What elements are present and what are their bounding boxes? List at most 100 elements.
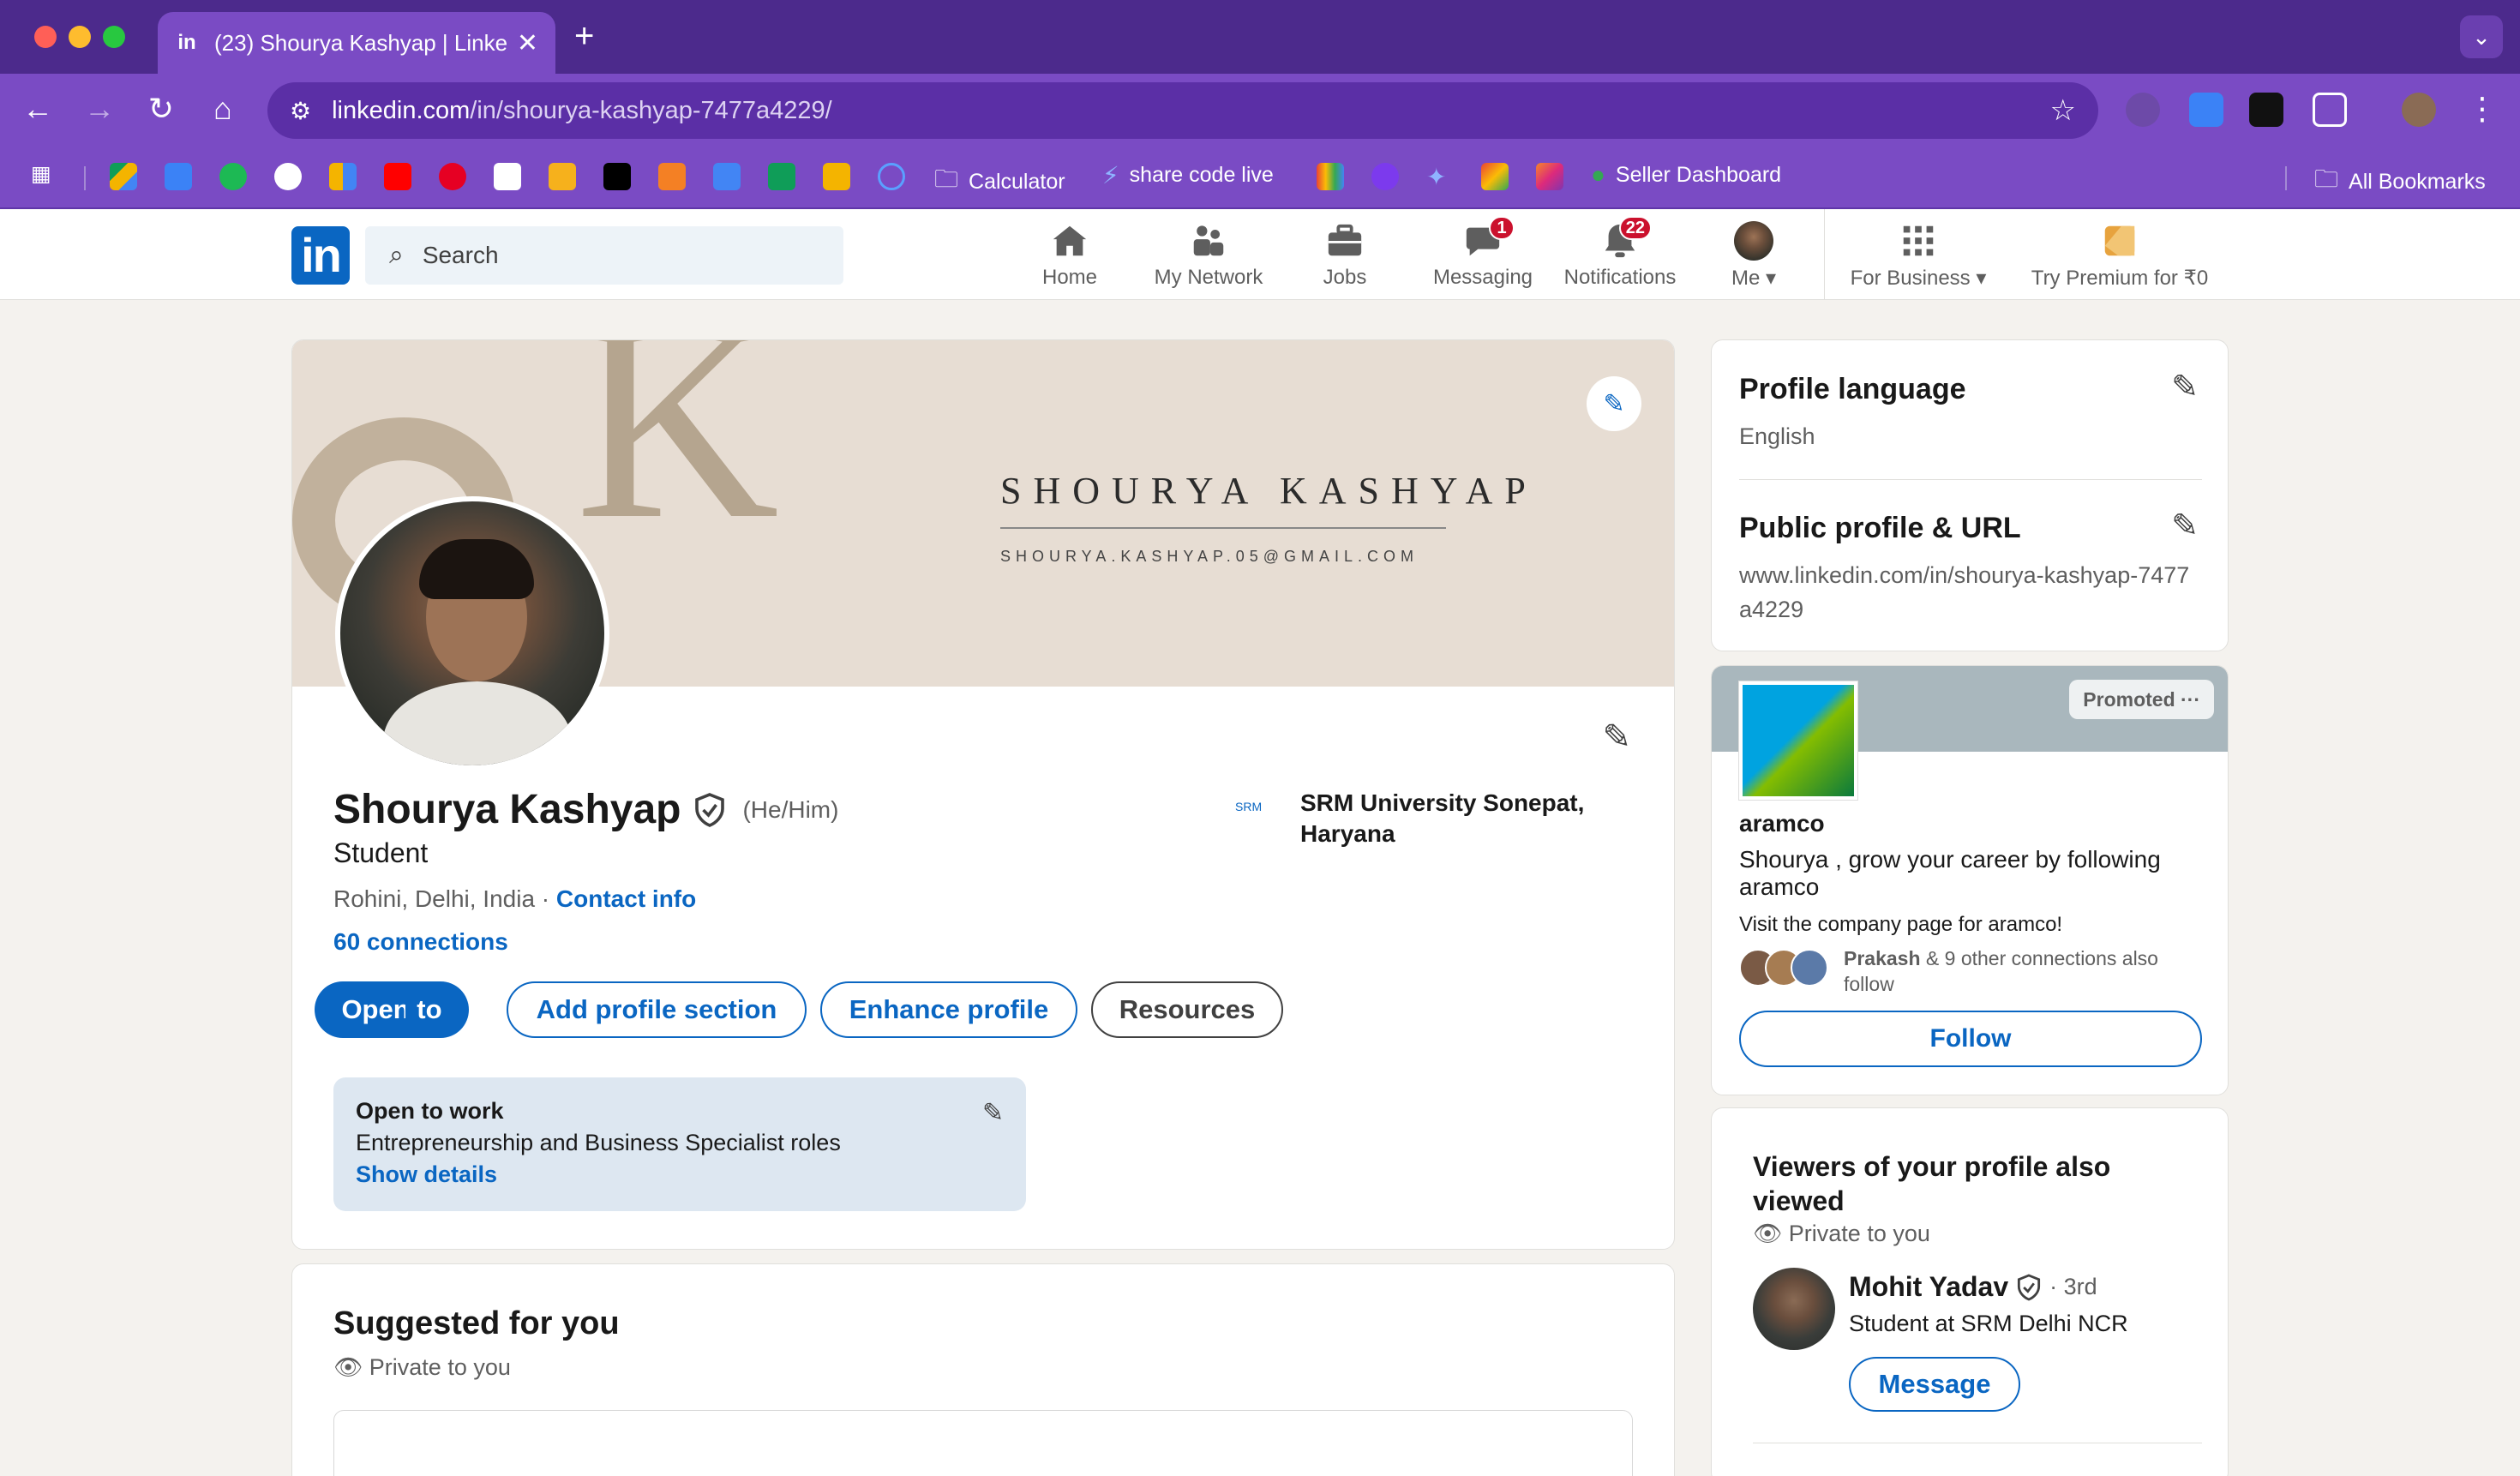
follow-button[interactable]: Follow <box>1739 1011 2202 1067</box>
amazon-icon[interactable] <box>494 163 521 190</box>
bookmarks-separator <box>2285 166 2287 190</box>
close-window-icon[interactable] <box>34 26 57 48</box>
verified-shield-icon[interactable] <box>694 792 725 827</box>
nav-messaging[interactable]: 1 Messaging <box>1428 216 1538 290</box>
nav-me[interactable]: Me ▾ <box>1721 221 1786 291</box>
forward-arrow-icon[interactable]: → <box>81 91 118 127</box>
extension-docs-icon[interactable] <box>2189 93 2223 127</box>
viewer-avatar[interactable] <box>1753 1268 1835 1350</box>
url-text[interactable]: linkedin.com/in/shourya-kashyap-7477a422… <box>332 97 2049 125</box>
promoted-label[interactable]: Promoted ··· <box>2069 680 2214 719</box>
nav-try-premium[interactable]: Try Premium for ₹0 <box>2023 221 2217 291</box>
open-to-button[interactable]: Open to <box>315 981 469 1038</box>
profile-location-row: Rohini, Delhi, India · Contact info <box>333 885 696 913</box>
linkedin-logo[interactable]: in <box>291 226 350 285</box>
aramco-logo-icon[interactable] <box>1739 681 1857 800</box>
search-input[interactable]: ⌕ Search <box>365 226 843 285</box>
banner-divider <box>1000 527 1446 529</box>
ad-company-name[interactable]: aramco <box>1739 810 1825 837</box>
open-to-work-card[interactable]: Open to work Entrepreneurship and Busine… <box>333 1077 1026 1211</box>
extensions-puzzle-icon[interactable] <box>2313 93 2347 127</box>
education-entry[interactable]: SRM SRM University Sonepat, Haryana <box>1235 788 1643 849</box>
analytics-icon[interactable] <box>329 163 357 190</box>
bookmark-share-code-live[interactable]: ⚡ share code live <box>1102 161 1274 189</box>
nav-home[interactable]: Home <box>1034 221 1106 290</box>
back-arrow-icon[interactable]: ← <box>19 91 57 127</box>
stackoverflow-icon[interactable] <box>658 163 686 190</box>
premium-icon <box>2100 221 2139 261</box>
nav-notifications[interactable]: 22 Notifications <box>1557 216 1683 290</box>
instagram-icon[interactable] <box>1536 163 1563 190</box>
keep-notes-icon[interactable] <box>549 163 576 190</box>
github-icon[interactable] <box>274 163 302 190</box>
hackerrank-icon[interactable] <box>603 163 631 190</box>
new-tab-icon[interactable]: + <box>574 17 594 56</box>
enhance-profile-button[interactable]: Enhance profile <box>820 981 1077 1038</box>
google-sheets-icon[interactable] <box>768 163 795 190</box>
ad-message: Shourya , grow your career by following … <box>1739 846 2161 900</box>
browser-titlebar: in (23) Shourya Kashyap | LinkedIn ✕ + ⌄ <box>0 0 2520 74</box>
meet-video-icon[interactable] <box>165 163 192 190</box>
apps-grid-icon[interactable]: ▦ <box>31 161 51 187</box>
bookmark-share-code-live-label: share code live <box>1129 163 1274 187</box>
chrome-profile-avatar[interactable] <box>2402 93 2436 127</box>
address-bar[interactable]: ⚙ linkedin.com/in/shourya-kashyap-7477a4… <box>267 82 2098 139</box>
close-tab-icon[interactable]: ✕ <box>517 28 538 58</box>
edit-language-pencil-icon[interactable]: ✎ <box>2171 368 2199 406</box>
viewer-name-row[interactable]: Mohit Yadav · 3rd <box>1849 1271 2097 1303</box>
viewer-degree: · 3rd <box>2049 1274 2097 1299</box>
message-button[interactable]: Message <box>1849 1357 2020 1412</box>
chrome-menu-icon[interactable]: ⋮ <box>2463 91 2501 127</box>
edit-banner-icon[interactable]: ✎ <box>1587 376 1641 431</box>
pinterest-icon[interactable] <box>439 163 466 190</box>
suggestion-item[interactable] <box>333 1410 1633 1476</box>
browser-tab-linkedin[interactable]: in (23) Shourya Kashyap | LinkedIn ✕ <box>158 12 555 74</box>
edit-intro-pencil-icon[interactable]: ✎ <box>1602 717 1631 757</box>
add-profile-section-button[interactable]: Add profile section <box>507 981 807 1038</box>
gemini-sparkle-icon[interactable]: ✦ <box>1426 163 1454 190</box>
u-app-icon[interactable] <box>1371 163 1399 190</box>
connections-link[interactable]: 60 connections <box>333 928 508 956</box>
nav-my-network[interactable]: My Network <box>1140 221 1277 290</box>
google-drive-icon[interactable] <box>110 163 137 190</box>
seller-app-icon: ● <box>1591 161 1605 188</box>
google-slides-icon[interactable] <box>823 163 850 190</box>
all-bookmarks[interactable]: 🗀 All Bookmarks <box>2314 161 2486 202</box>
grid-icon <box>1899 221 1938 261</box>
resources-button[interactable]: Resources <box>1091 981 1283 1038</box>
viewer-title: Student at SRM Delhi NCR <box>1849 1311 2128 1336</box>
viewers-title: Viewers of your profile also viewed <box>1753 1151 2111 1216</box>
extension-blocked-icon[interactable] <box>2126 93 2160 127</box>
bookmark-star-icon[interactable]: ☆ <box>2050 93 2076 128</box>
viewers-privacy: 👁 Private to you <box>1753 1220 1930 1247</box>
edit-open-to-work-pencil-icon[interactable]: ✎ <box>982 1098 1004 1128</box>
nav-messaging-label: Messaging <box>1432 266 1533 289</box>
google-meet-icon[interactable] <box>1317 163 1344 190</box>
maximize-window-icon[interactable] <box>103 26 125 48</box>
contact-info-link[interactable]: Contact info <box>556 885 696 912</box>
folder-icon: 🗀 <box>934 165 959 192</box>
youtube-icon[interactable] <box>384 163 411 190</box>
folder-icon: 🗀 <box>2314 165 2339 192</box>
spotify-icon[interactable] <box>219 163 247 190</box>
ads-icon[interactable] <box>1481 163 1509 190</box>
bookmark-calculator[interactable]: 🗀 Calculator <box>934 161 1065 202</box>
nav-for-business[interactable]: For Business ▾ <box>1841 221 1995 291</box>
site-settings-icon[interactable]: ⚙ <box>290 97 311 125</box>
nav-jobs[interactable]: Jobs <box>1311 221 1378 290</box>
show-details-link[interactable]: Show details <box>356 1161 1004 1188</box>
linkedin-favicon-icon: in <box>177 31 196 54</box>
fingerprint-icon[interactable] <box>878 163 905 190</box>
minimize-window-icon[interactable] <box>69 26 91 48</box>
edit-public-url-pencil-icon[interactable]: ✎ <box>2171 507 2199 545</box>
reload-icon[interactable]: ↻ <box>142 91 180 127</box>
profile-avatar[interactable] <box>335 496 609 771</box>
home-icon[interactable]: ⌂ <box>204 91 242 127</box>
google-docs-icon[interactable] <box>713 163 741 190</box>
verified-shield-icon <box>2017 1273 2041 1301</box>
messaging-badge: 1 <box>1489 216 1515 240</box>
tab-search-chevron-icon[interactable]: ⌄ <box>2460 15 2503 58</box>
extension-color-picker-icon[interactable] <box>2249 93 2283 127</box>
bookmark-seller-dashboard[interactable]: ● Seller Dashboard <box>1591 161 1781 189</box>
profile-settings-card: Profile language ✎ English Public profil… <box>1711 339 2229 651</box>
